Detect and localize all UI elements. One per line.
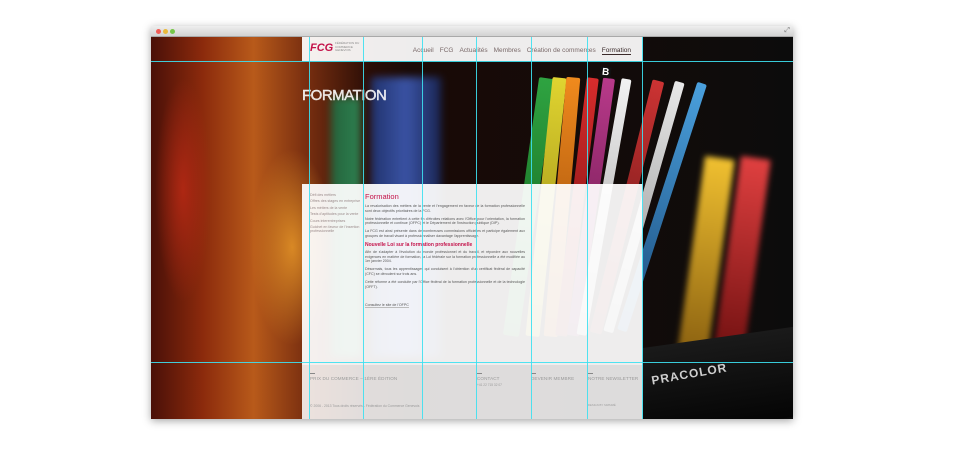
fcg-logo[interactable]: FCG: [310, 42, 333, 54]
sidebar-item-offres-des-stages[interactable]: Offres des stages en entreprise: [310, 199, 362, 203]
footer-divider: [588, 373, 593, 374]
nav-item-membres[interactable]: Membres: [494, 47, 521, 55]
ofpc-site-link[interactable]: Consultez le site de l'OFPC: [365, 302, 409, 308]
footer-heading[interactable]: DEVENIR MEMBRE: [531, 376, 574, 381]
article-paragraph: La FCG est ainsi présente dans de nombre…: [365, 229, 525, 238]
logo-text: FÉDÉRATION DU COMMERCE GENEVOIS: [335, 41, 360, 52]
nav-item-accueil[interactable]: Accueil: [413, 47, 434, 55]
article-paragraph: Cette réforme a été conduite par l'Offic…: [365, 280, 525, 289]
footer-prix-du-commerce[interactable]: PRIX DU COMMERCE – 1ÈRE ÉDITION: [310, 373, 397, 381]
nav-item-creation-de-commerces[interactable]: Création de commerces: [527, 47, 596, 55]
fullscreen-icon[interactable]: ⤢: [784, 27, 790, 35]
footer-divider: [310, 373, 315, 374]
footer-divider: [477, 373, 482, 374]
page-title: FORMATION: [302, 87, 387, 104]
nav-item-actualites[interactable]: Actualités: [459, 47, 487, 55]
footer-contact[interactable]: CONTACT +41 22 715 32 07: [477, 373, 502, 387]
site-footer: PRIX DU COMMERCE – 1ÈRE ÉDITION CONTACT …: [302, 365, 643, 419]
browser-window: ⤢ B PRACOLOR FCG FÉDÉRATION DU COMMERCE …: [151, 26, 793, 419]
footer-heading[interactable]: CONTACT: [477, 376, 502, 381]
article-paragraph: Afin de s'adapter à l'évolution du monde…: [365, 250, 525, 264]
sidebar-item-metiers-de-la-vente[interactable]: Les métiers de la vente: [310, 206, 362, 210]
window-titlebar: ⤢: [151, 26, 793, 37]
article-subtitle: Nouvelle Loi sur la formation profession…: [365, 242, 473, 249]
minimize-button[interactable]: [163, 29, 168, 34]
sidebar-item-defi-des-metiers[interactable]: Défi des métiers: [310, 193, 362, 197]
section-sidebar: Défi des métiers Offres des stages en en…: [310, 193, 362, 236]
nav-item-fcg[interactable]: FCG: [440, 47, 454, 55]
article-paragraph: La revalorisation des métiers de la vent…: [365, 204, 525, 213]
close-button[interactable]: [156, 29, 161, 34]
footer-heading[interactable]: PRIX DU COMMERCE – 1ÈRE ÉDITION: [310, 376, 397, 381]
copyright-text: © 2006 - 2013 Tous droits réservés - Féd…: [310, 404, 420, 408]
footer-newsletter[interactable]: NOTRE NEWSLETTER: [588, 373, 638, 381]
sidebar-item-cours-interentreprises[interactable]: Cours interentreprises: [310, 219, 362, 223]
article-title: Formation: [365, 192, 399, 201]
footer-phone: +41 22 715 32 07: [477, 382, 502, 387]
sidebar-item-tests-aptitudes[interactable]: Tests d'aptitudes pour la vente: [310, 212, 362, 216]
sidebar-item-guichet-insertion[interactable]: Guichet en faveur de l'insertion profess…: [310, 225, 362, 233]
article-paragraph: Désormais, tous les apprentissages qui c…: [365, 267, 525, 276]
page-viewport: B PRACOLOR FCG FÉDÉRATION DU COMMERCE GE…: [151, 37, 793, 419]
main-article: Formation La revalorisation des métiers …: [365, 192, 525, 311]
zoom-button[interactable]: [170, 29, 175, 34]
footer-divider: [531, 373, 536, 374]
content-panel: Défi des métiers Offres des stages en en…: [302, 184, 643, 365]
footer-devenir-membre[interactable]: DEVENIR MEMBRE: [531, 373, 574, 381]
site-page: FCG FÉDÉRATION DU COMMERCE GENEVOIS Accu…: [302, 37, 643, 419]
footer-heading[interactable]: NOTRE NEWSLETTER: [588, 376, 638, 381]
nav-item-formation[interactable]: Formation: [601, 47, 631, 55]
design-credit[interactable]: DESIGN BY SIMSIMÉ: [588, 403, 616, 407]
main-nav: Accueil FCG Actualités Membres Création …: [407, 47, 631, 55]
article-paragraph: Notre fédération entretient à cette fin …: [365, 216, 525, 226]
site-header: FCG FÉDÉRATION DU COMMERCE GENEVOIS Accu…: [302, 37, 643, 61]
